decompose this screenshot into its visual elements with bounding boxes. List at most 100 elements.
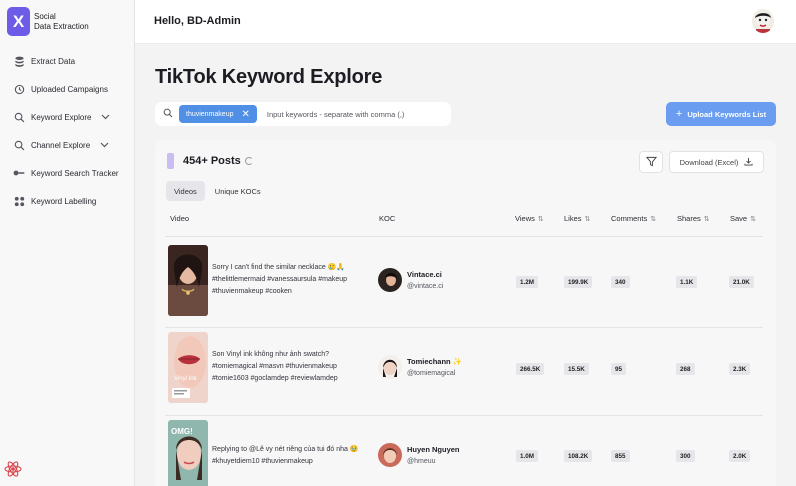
close-icon[interactable]: ✕ bbox=[241, 109, 249, 120]
sidebar-item-label: Uploaded Campaigns bbox=[31, 84, 108, 94]
upload-keywords-button[interactable]: + Upload Keywords List bbox=[666, 102, 776, 126]
sort-icon[interactable]: ⇅ bbox=[704, 216, 710, 223]
sort-icon[interactable]: ⇅ bbox=[750, 216, 756, 223]
chevron-down-icon[interactable] bbox=[101, 113, 110, 122]
shares-value: 268 bbox=[676, 363, 695, 375]
column-label: Comments bbox=[611, 214, 648, 223]
shares-value: 300 bbox=[676, 450, 695, 462]
keyword-chip-label: thuvienmakeup bbox=[186, 110, 234, 118]
database-icon bbox=[13, 55, 25, 67]
column-label: Save bbox=[730, 214, 748, 223]
sidebar-item-label: Keyword Search Tracker bbox=[31, 168, 119, 178]
table-row[interactable]: Vinyl Ink Son Vinyl ink không như ảnh sw… bbox=[155, 328, 776, 416]
download-label: Download (Excel) bbox=[679, 157, 739, 167]
save-value: 2.0K bbox=[729, 450, 751, 462]
video-caption: Son Vinyl ink không như ảnh swatch? #tom… bbox=[212, 351, 338, 382]
sidebar-nav: Extract Data Uploaded Campaigns Keyword … bbox=[0, 47, 135, 215]
sidebar-item-channel-explore[interactable]: Channel Explore bbox=[0, 131, 135, 159]
video-caption: Replying to @Lê vy nét riêng của tui đó … bbox=[212, 446, 359, 465]
column-label: Shares bbox=[677, 214, 701, 223]
top-header: Hello, BD-Admin bbox=[135, 0, 796, 44]
tracker-icon bbox=[13, 167, 25, 179]
koc-name[interactable]: Huyen Nguyen bbox=[407, 445, 460, 454]
keyword-chip[interactable]: thuvienmakeup ✕ bbox=[179, 105, 257, 123]
sidebar-item-extract-data[interactable]: Extract Data bbox=[0, 47, 135, 75]
divider bbox=[165, 236, 763, 237]
sort-icon[interactable]: ⇅ bbox=[538, 216, 544, 223]
loading-spinner-icon bbox=[244, 157, 253, 165]
koc-name[interactable]: Vintace.ci bbox=[407, 270, 442, 279]
video-caption: Sorry I can't find the similar necklace … bbox=[212, 264, 348, 295]
column-label: Video bbox=[170, 214, 190, 223]
likes-value: 108.2K bbox=[564, 450, 593, 462]
filter-icon bbox=[645, 156, 657, 169]
column-save[interactable]: Save ⇅ bbox=[730, 214, 756, 223]
filter-button[interactable] bbox=[639, 151, 663, 173]
search-icon bbox=[163, 108, 173, 120]
results-panel: 454+ Posts Download (Excel) Videos Uniqu… bbox=[155, 140, 776, 486]
column-shares[interactable]: Shares ⇅ bbox=[677, 214, 710, 223]
sidebar-item-label: Keyword Explore bbox=[31, 112, 92, 122]
koc-avatar[interactable] bbox=[378, 443, 402, 467]
react-icon[interactable] bbox=[4, 460, 22, 478]
history-icon bbox=[13, 83, 25, 95]
grid-dots-icon bbox=[13, 195, 25, 207]
views-value: 1.2M bbox=[516, 276, 538, 288]
column-likes[interactable]: Likes ⇅ bbox=[564, 214, 590, 223]
search-icon bbox=[13, 111, 25, 123]
table-row[interactable]: Sorry I can't find the similar necklace … bbox=[155, 240, 776, 328]
koc-name[interactable]: Tomiechann ✨ bbox=[407, 357, 462, 366]
sidebar-item-label: Keyword Labelling bbox=[31, 196, 97, 206]
sort-icon[interactable]: ⇅ bbox=[650, 216, 656, 223]
column-koc: KOC bbox=[379, 214, 395, 223]
video-thumbnail[interactable]: OMG! bbox=[168, 420, 208, 486]
tab-videos[interactable]: Videos bbox=[166, 181, 205, 201]
sidebar-item-label: Channel Explore bbox=[31, 140, 91, 150]
app-name-line2: Data Extraction bbox=[34, 21, 89, 31]
sidebar-item-keyword-search-tracker[interactable]: Keyword Search Tracker bbox=[0, 159, 135, 187]
tab-unique-kocs[interactable]: Unique KOCs bbox=[207, 181, 269, 201]
app-logo: X bbox=[7, 7, 30, 36]
column-label: KOC bbox=[379, 214, 396, 223]
shares-value: 1.1K bbox=[676, 276, 698, 288]
posts-count-label: 454+ Posts bbox=[183, 155, 241, 167]
likes-value: 15.5K bbox=[564, 363, 589, 375]
column-views[interactable]: Views ⇅ bbox=[515, 214, 544, 223]
results-tabs: Videos Unique KOCs bbox=[166, 181, 271, 201]
app-name: Social Data Extraction bbox=[34, 12, 89, 32]
column-comments[interactable]: Comments ⇅ bbox=[611, 214, 656, 223]
sidebar-item-keyword-labelling[interactable]: Keyword Labelling bbox=[0, 187, 135, 215]
table-row[interactable]: OMG! Replying to @Lê vy nét riêng của tu… bbox=[155, 416, 776, 486]
svg-text:Vinyl Ink: Vinyl Ink bbox=[174, 376, 198, 382]
likes-value: 199.9K bbox=[564, 276, 593, 288]
koc-handle: @vintace.ci bbox=[407, 283, 444, 290]
chevron-down-icon[interactable] bbox=[100, 141, 109, 150]
posts-count: 454+ Posts bbox=[167, 153, 253, 169]
koc-avatar[interactable] bbox=[378, 268, 402, 292]
video-thumbnail[interactable]: Vinyl Ink bbox=[168, 332, 208, 403]
keyword-input[interactable] bbox=[266, 109, 437, 119]
comments-value: 855 bbox=[611, 450, 630, 462]
greeting: Hello, BD-Admin bbox=[154, 15, 241, 27]
sidebar: X Social Data Extraction Extract Data Up… bbox=[0, 0, 135, 486]
comments-value: 340 bbox=[611, 276, 630, 288]
brand[interactable]: X Social Data Extraction bbox=[7, 7, 89, 36]
koc-avatar[interactable] bbox=[378, 355, 402, 379]
koc-handle: @tomiemagical bbox=[407, 370, 456, 377]
user-avatar[interactable] bbox=[752, 9, 774, 33]
koc-handle: @hmeuu bbox=[407, 458, 436, 465]
sort-icon[interactable]: ⇅ bbox=[585, 216, 591, 223]
column-label: Views bbox=[515, 214, 535, 223]
upload-keywords-label: Upload Keywords List bbox=[687, 109, 767, 119]
table-header: Video KOC Views ⇅ Likes ⇅ Comments ⇅ Shares… bbox=[155, 214, 776, 228]
search-icon bbox=[13, 139, 25, 151]
video-thumbnail[interactable] bbox=[168, 245, 208, 316]
plus-icon: + bbox=[675, 108, 683, 120]
sidebar-item-uploaded-campaigns[interactable]: Uploaded Campaigns bbox=[0, 75, 135, 103]
posts-accent-bar bbox=[167, 153, 174, 169]
download-excel-button[interactable]: Download (Excel) bbox=[669, 151, 764, 173]
views-value: 266.5K bbox=[516, 363, 545, 375]
sidebar-item-keyword-explore[interactable]: Keyword Explore bbox=[0, 103, 135, 131]
comments-value: 95 bbox=[611, 363, 627, 375]
keyword-search-box[interactable]: thuvienmakeup ✕ bbox=[155, 102, 451, 126]
